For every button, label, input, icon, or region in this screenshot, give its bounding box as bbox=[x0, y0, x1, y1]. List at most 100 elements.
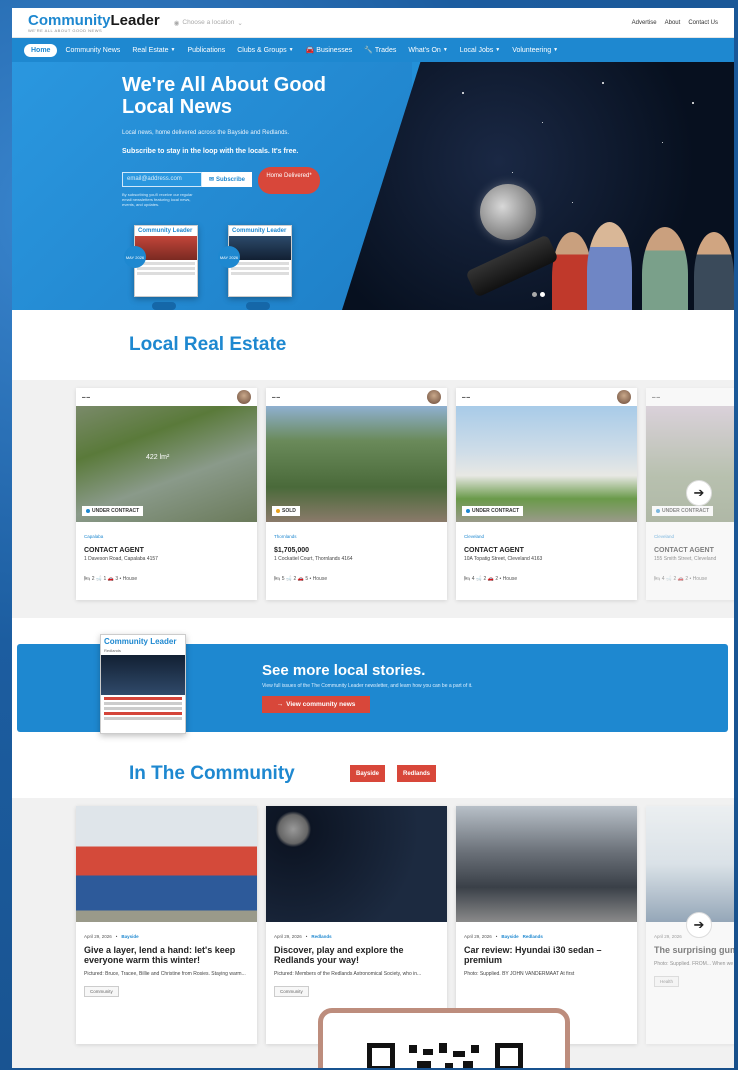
filter-redlands-button[interactable]: Redlands bbox=[397, 765, 437, 782]
about-link[interactable]: About bbox=[665, 20, 681, 26]
article-location[interactable]: Bayside bbox=[501, 934, 518, 939]
agent-avatar bbox=[427, 390, 441, 404]
property-price: CONTACT AGENT bbox=[654, 547, 714, 554]
beds-count: 5 bbox=[281, 576, 285, 582]
article-location[interactable]: Redlands bbox=[311, 934, 331, 939]
article-title[interactable]: The surprising gum health an bbox=[646, 939, 734, 955]
article-tag[interactable]: Health bbox=[654, 976, 680, 987]
property-type: House bbox=[122, 576, 138, 582]
property-suburb: Thornlands bbox=[274, 534, 297, 539]
property-image: UNDER CONTRACT bbox=[646, 406, 734, 522]
property-features: 🛏 4 🛁 2 🚗 2 • House bbox=[654, 576, 708, 582]
nav-clubs-groups[interactable]: Clubs & Groups ▼ bbox=[231, 44, 299, 57]
bath-icon: 🛁 bbox=[475, 576, 483, 582]
nav-label: Community News bbox=[65, 46, 121, 54]
arrow-right-icon: ➔ bbox=[693, 917, 705, 932]
beds-count: 4 bbox=[661, 576, 665, 582]
email-input[interactable]: email@address.com bbox=[122, 172, 202, 187]
property-features: 🛏 5 🛁 2 🚗 5 • House bbox=[274, 576, 328, 582]
property-price: CONTACT AGENT bbox=[464, 547, 524, 554]
contact-link[interactable]: Contact Us bbox=[688, 20, 718, 26]
nav-home[interactable]: Home bbox=[24, 43, 58, 57]
person bbox=[642, 227, 688, 310]
view-community-news-button[interactable]: → View community news bbox=[262, 696, 370, 713]
cover-button[interactable] bbox=[246, 302, 270, 310]
article-title[interactable]: Give a layer, lend a hand: let's keep ev… bbox=[76, 939, 257, 965]
property-card[interactable]: ▬ ▬ SOLD Thornlands $1,705,000 1 Cockati… bbox=[266, 388, 447, 600]
carousel-dot[interactable] bbox=[532, 292, 537, 297]
agency-logo: ▬ ▬ bbox=[82, 395, 90, 399]
status-badge: SOLD bbox=[272, 506, 300, 516]
nav-label: Local Jobs bbox=[459, 46, 494, 54]
page: CommunityLeader WE'RE ALL ABOUT GOOD NEW… bbox=[12, 8, 734, 1068]
stories-title: See more local stories. bbox=[262, 662, 426, 679]
newsletter-cover[interactable]: Community Leader Redlands bbox=[100, 634, 186, 734]
status-label: UNDER CONTRACT bbox=[662, 508, 710, 514]
property-card[interactable]: ▬ ▬ 422 lm² UNDER CONTRACT Capalaba CONT… bbox=[76, 388, 257, 600]
nav-publications[interactable]: Publications bbox=[181, 44, 231, 57]
agent-avatar bbox=[237, 390, 251, 404]
chevron-down-icon: ⌄ bbox=[237, 19, 243, 27]
article-card[interactable]: April 29, 2026 • Bayside Give a layer, len… bbox=[76, 806, 257, 1044]
cover-title: Community Leader bbox=[229, 226, 291, 236]
qr-finder bbox=[367, 1043, 395, 1068]
subscribe-button[interactable]: ✉ Subscribe bbox=[202, 172, 252, 187]
nav-local-jobs[interactable]: Local Jobs ▼ bbox=[454, 44, 506, 57]
article-date: April 29, 2026 bbox=[654, 934, 682, 939]
car-icon: 🚘 bbox=[305, 47, 315, 54]
car-icon: 🚗 bbox=[487, 576, 494, 582]
status-badge: UNDER CONTRACT bbox=[82, 506, 144, 516]
star bbox=[602, 82, 604, 84]
next-arrow-button[interactable]: ➔ bbox=[686, 480, 712, 506]
cover-title: Community Leader bbox=[104, 637, 177, 646]
nav-trades[interactable]: 🔧 Trades bbox=[358, 43, 402, 57]
carousel-dot-active[interactable] bbox=[540, 292, 545, 297]
person bbox=[694, 232, 734, 310]
baths-count: 2 bbox=[483, 576, 487, 582]
cover-button[interactable] bbox=[152, 302, 176, 310]
caret-down-icon: ▼ bbox=[288, 47, 294, 53]
stories-subtitle: View full issues of the The Community Le… bbox=[262, 683, 473, 689]
property-address: 1 Daveson Road, Capalaba 4157 bbox=[84, 556, 158, 562]
bed-icon: 🛏 bbox=[464, 576, 471, 582]
status-badge: UNDER CONTRACT bbox=[652, 506, 714, 516]
property-address: 10A Topatig Street, Cleveland 4163 bbox=[464, 556, 543, 562]
article-title[interactable]: Discover, play and explore the Redlands … bbox=[266, 939, 447, 965]
moon-image bbox=[480, 184, 536, 240]
star bbox=[572, 202, 573, 203]
next-arrow-button[interactable]: ➔ bbox=[686, 912, 712, 938]
property-suburb: Capalaba bbox=[84, 534, 104, 539]
nav-volunteering[interactable]: Volunteering ▼ bbox=[506, 44, 564, 57]
article-image bbox=[76, 806, 257, 922]
article-tag[interactable]: Community bbox=[274, 986, 309, 997]
nav-real-estate[interactable]: Real Estate ▼ bbox=[126, 44, 181, 57]
nav-label: Real Estate bbox=[132, 46, 169, 54]
location-selector[interactable]: ◉ Choose a location ⌄ bbox=[174, 19, 243, 27]
agency-logo: ▬ ▬ bbox=[652, 395, 660, 399]
article-location[interactable]: Redlands bbox=[523, 934, 543, 939]
baths-count: 2 bbox=[293, 576, 297, 582]
article-excerpt: Pictured: Bruce, Tracee, Billie and Chri… bbox=[84, 971, 246, 977]
article-title[interactable]: Car review: Hyundai i30 sedan – premium bbox=[456, 939, 637, 965]
beds-count: 4 bbox=[471, 576, 475, 582]
nav-businesses[interactable]: 🚘 Businesses bbox=[300, 43, 359, 57]
bath-icon: 🛁 bbox=[285, 576, 293, 582]
property-card[interactable]: ▬ ▬ UNDER CONTRACT Cleveland CONTACT AGE… bbox=[456, 388, 637, 600]
article-location[interactable]: Bayside bbox=[121, 934, 138, 939]
advertise-link[interactable]: Advertise bbox=[632, 20, 657, 26]
person bbox=[552, 232, 592, 310]
star bbox=[692, 102, 694, 104]
nav-community-news[interactable]: Community News bbox=[59, 44, 126, 57]
property-type: House bbox=[312, 576, 328, 582]
article-date: April 29, 2026 bbox=[274, 934, 302, 939]
home-delivered-button[interactable]: Home Delivered* bbox=[258, 167, 320, 194]
article-date: April 29, 2026 bbox=[84, 934, 112, 939]
article-tag[interactable]: Community bbox=[84, 986, 119, 997]
bath-icon: 🛁 bbox=[95, 576, 103, 582]
arrow-right-icon: → bbox=[276, 701, 284, 708]
property-type: House bbox=[502, 576, 518, 582]
status-label: SOLD bbox=[282, 508, 296, 514]
filter-bayside-button[interactable]: Bayside bbox=[350, 765, 386, 782]
site-logo[interactable]: CommunityLeader WE'RE ALL ABOUT GOOD NEW… bbox=[28, 13, 160, 33]
nav-whats-on[interactable]: What's On ▼ bbox=[402, 44, 453, 57]
